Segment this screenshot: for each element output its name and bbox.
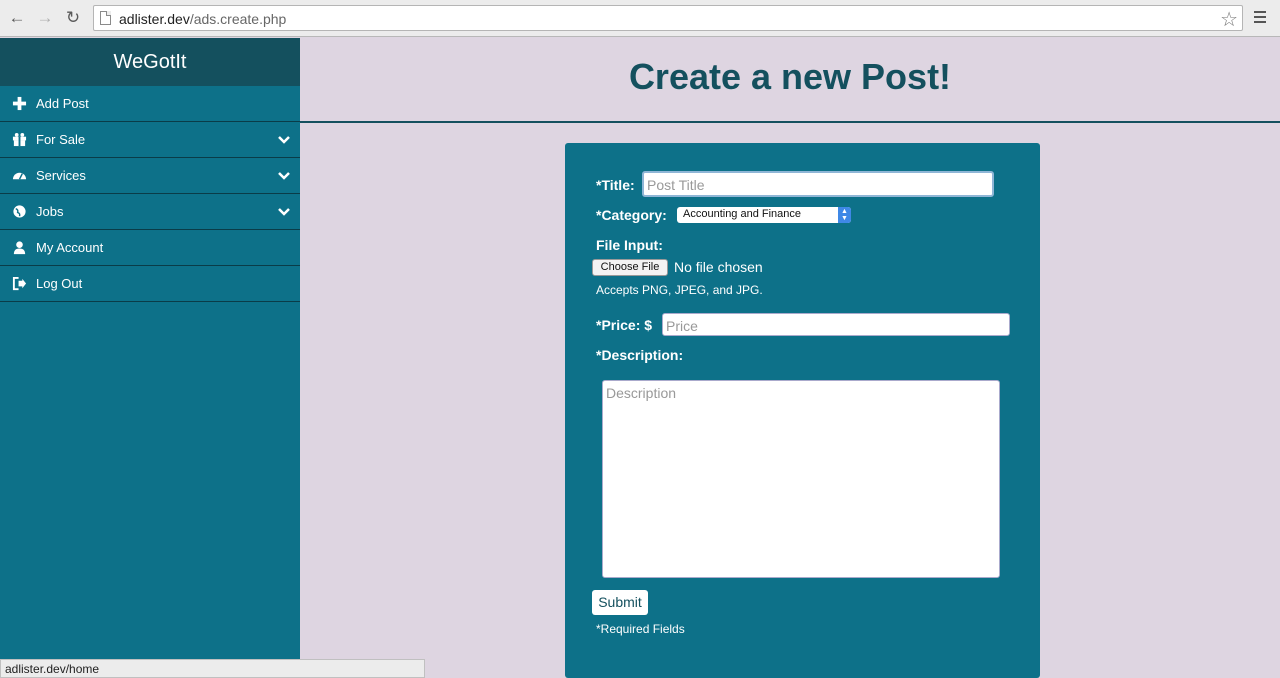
globe-icon bbox=[13, 205, 26, 218]
chevron-down-icon[interactable] bbox=[278, 206, 290, 218]
sidebar-item-label: Add Post bbox=[36, 96, 89, 111]
chevron-down-icon[interactable] bbox=[278, 170, 290, 182]
price-label: *Price: $ bbox=[596, 317, 653, 333]
file-status-text: No file chosen bbox=[674, 259, 763, 275]
bookmark-star-icon[interactable]: ☆ bbox=[1220, 7, 1238, 32]
select-arrows-icon: ▲ ▼ bbox=[838, 207, 851, 223]
sidebar-item-label: Jobs bbox=[36, 204, 64, 219]
status-bar-url: adlister.dev/home bbox=[0, 659, 425, 678]
page-icon bbox=[100, 11, 111, 25]
sidebar-item-label: Log Out bbox=[36, 276, 83, 291]
logout-icon bbox=[12, 276, 27, 291]
sidebar-item-log-out[interactable]: Log Out bbox=[0, 266, 300, 302]
sidebar-item-label: Services bbox=[36, 168, 86, 183]
description-textarea[interactable]: Description bbox=[602, 380, 1000, 578]
sidebar-item-my-account[interactable]: My Account bbox=[0, 230, 300, 266]
price-input[interactable]: Price bbox=[662, 313, 1010, 336]
page-title: Create a new Post! bbox=[628, 56, 952, 97]
sidebar: WeGotIt Add Post For Sale Services Jobs … bbox=[0, 38, 300, 678]
create-post-form: *Title: Post Title *Category: Accounting… bbox=[565, 143, 1040, 678]
title-input[interactable]: Post Title bbox=[642, 171, 994, 197]
description-label: *Description: bbox=[596, 347, 684, 363]
browser-menu-icon[interactable] bbox=[1254, 11, 1266, 25]
back-arrow-icon[interactable]: ← bbox=[8, 9, 26, 27]
sidebar-item-jobs[interactable]: Jobs bbox=[0, 194, 300, 230]
page-header: Create a new Post! bbox=[300, 38, 1280, 123]
brand-logo[interactable]: WeGotIt bbox=[0, 38, 300, 86]
title-label: *Title: bbox=[596, 177, 635, 193]
file-input-label: File Input: bbox=[596, 237, 663, 253]
plus-icon bbox=[12, 96, 27, 111]
chevron-down-icon[interactable] bbox=[278, 134, 290, 146]
sidebar-item-label: My Account bbox=[36, 240, 104, 255]
reload-icon[interactable]: ↻ bbox=[64, 9, 82, 27]
required-fields-note: *Required Fields bbox=[596, 622, 685, 636]
dashboard-icon bbox=[12, 172, 27, 180]
user-icon bbox=[13, 241, 26, 255]
sidebar-item-label: For Sale bbox=[36, 132, 86, 147]
address-bar[interactable]: adlister.dev/ads.create.php ☆ bbox=[93, 5, 1243, 31]
browser-toolbar: ← → ↻ adlister.dev/ads.create.php ☆ bbox=[0, 0, 1280, 37]
forward-arrow-icon[interactable]: → bbox=[36, 9, 54, 27]
url-text: adlister.dev/ads.create.php bbox=[119, 11, 287, 27]
category-label: *Category: bbox=[596, 207, 667, 223]
gift-icon bbox=[12, 132, 27, 147]
sidebar-item-add-post[interactable]: Add Post bbox=[0, 86, 300, 122]
submit-button[interactable]: Submit bbox=[592, 590, 648, 615]
category-select[interactable]: Accounting and Finance ▲ ▼ bbox=[677, 207, 851, 223]
sidebar-item-for-sale[interactable]: For Sale bbox=[0, 122, 300, 158]
accepted-formats-text: Accepts PNG, JPEG, and JPG. bbox=[596, 283, 763, 297]
main-content: Create a new Post! *Title: Post Title *C… bbox=[300, 38, 1280, 678]
category-value: Accounting and Finance bbox=[683, 208, 802, 220]
choose-file-button[interactable]: Choose File bbox=[592, 259, 668, 276]
sidebar-item-services[interactable]: Services bbox=[0, 158, 300, 194]
